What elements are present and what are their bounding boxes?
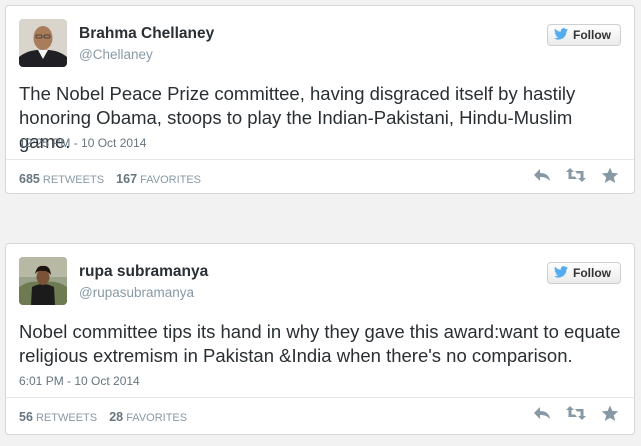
tweet-actions bbox=[531, 404, 621, 422]
tweet-actions bbox=[531, 166, 621, 184]
twitter-bird-icon bbox=[554, 265, 568, 281]
follow-label: Follow bbox=[573, 28, 611, 42]
retweet-icon[interactable] bbox=[565, 166, 587, 184]
favorites-count[interactable]: 167 bbox=[116, 172, 137, 186]
twitter-bird-icon bbox=[554, 27, 568, 43]
divider bbox=[6, 159, 634, 160]
tweet-card: Brahma Chellaney @Chellaney Follow The N… bbox=[5, 5, 635, 194]
favorites-label: FAVORITES bbox=[140, 174, 202, 186]
tweet-text: Nobel committee tips its hand in why the… bbox=[19, 321, 621, 366]
favorites-count[interactable]: 28 bbox=[109, 410, 123, 424]
author-name[interactable]: Brahma Chellaney bbox=[79, 25, 214, 43]
retweets-count[interactable]: 56 bbox=[19, 410, 33, 424]
tweet-stats: 56 RETWEETS 28 FAVORITES bbox=[19, 410, 187, 424]
retweets-label: RETWEETS bbox=[42, 174, 105, 186]
tweet-timestamp[interactable]: 12:25 PM - 10 Oct 2014 bbox=[19, 136, 146, 150]
avatar-image bbox=[19, 257, 67, 305]
avatar[interactable] bbox=[19, 257, 67, 305]
retweets-count[interactable]: 685 bbox=[19, 172, 40, 186]
retweets-label: RETWEETS bbox=[35, 412, 98, 424]
author-name[interactable]: rupa subramanya bbox=[79, 263, 208, 281]
favorite-star-icon[interactable] bbox=[599, 404, 621, 422]
follow-button[interactable]: Follow bbox=[547, 262, 621, 284]
avatar[interactable] bbox=[19, 19, 67, 67]
divider bbox=[6, 397, 634, 398]
follow-button[interactable]: Follow bbox=[547, 24, 621, 46]
author-handle[interactable]: @Chellaney bbox=[79, 47, 153, 62]
avatar-image bbox=[19, 19, 67, 67]
reply-icon[interactable] bbox=[531, 166, 553, 184]
tweet-timestamp[interactable]: 6:01 PM - 10 Oct 2014 bbox=[19, 374, 140, 388]
retweet-icon[interactable] bbox=[565, 404, 587, 422]
reply-icon[interactable] bbox=[531, 404, 553, 422]
favorite-star-icon[interactable] bbox=[599, 166, 621, 184]
tweet-stats: 685 RETWEETS 167 FAVORITES bbox=[19, 172, 201, 186]
tweet-card: rupa subramanya @rupasubramanya Follow N… bbox=[5, 243, 635, 435]
favorites-label: FAVORITES bbox=[126, 412, 188, 424]
follow-label: Follow bbox=[573, 266, 611, 280]
author-handle[interactable]: @rupasubramanya bbox=[79, 285, 194, 300]
